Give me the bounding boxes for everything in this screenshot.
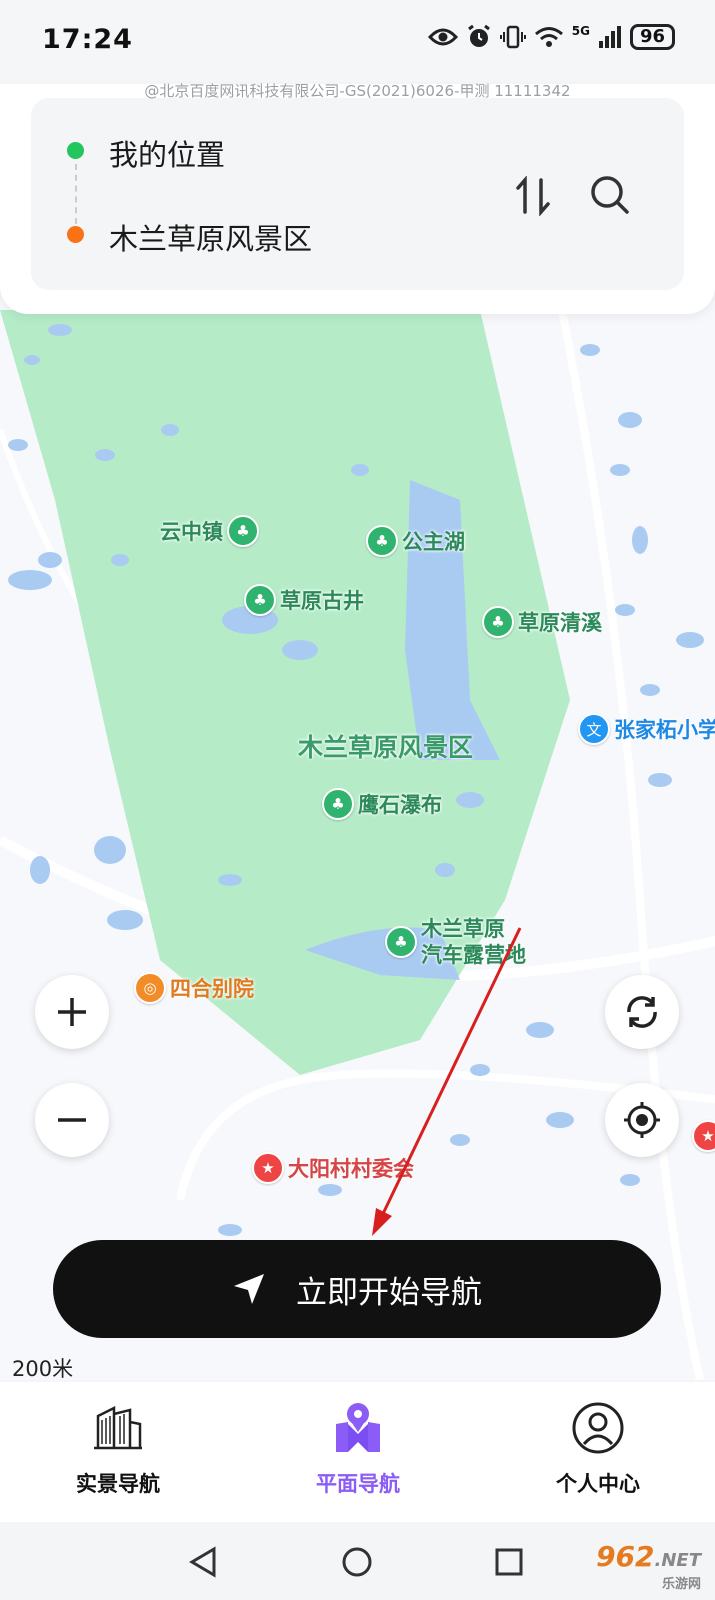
poi-siheyuan[interactable]: ◎ 四合别院 xyxy=(134,972,254,1004)
bottom-tab-bar: 实景导航 平面导航 个人中心 xyxy=(0,1382,715,1522)
battery-indicator: 96 xyxy=(629,24,675,50)
vibrate-icon xyxy=(499,25,526,49)
government-icon: ★ xyxy=(692,1120,715,1152)
locate-icon xyxy=(624,1102,660,1138)
route-connector xyxy=(75,164,77,224)
tab-live-navigation[interactable]: 实景导航 xyxy=(28,1400,208,1498)
origin-field[interactable]: 我的位置 xyxy=(109,132,225,174)
route-card: 我的位置 木兰草原风景区 xyxy=(0,84,715,314)
poi-mulan-camp[interactable]: ♣ 木兰草原 汽车露营地 xyxy=(385,916,526,968)
zoom-in-button[interactable] xyxy=(35,975,109,1049)
restaurant-icon: ◎ xyxy=(134,972,166,1004)
map-view[interactable]: 木兰草原风景区 云中镇 ♣ ♣ 公主湖 ♣ 草原古井 ♣ 草原清溪 文 张家柘小… xyxy=(0,300,715,1380)
tree-icon: ♣ xyxy=(482,606,514,638)
eye-icon xyxy=(427,28,458,46)
map-area-label: 木兰草原风景区 xyxy=(298,733,474,762)
map-scale: 200米 xyxy=(12,1357,74,1381)
map-pin-icon xyxy=(336,1403,380,1452)
map-copyright: @北京百度网讯科技有限公司-GS(2021)6026-甲测 11111342 xyxy=(144,82,571,100)
poi-zhangjiaxi[interactable]: 文 张家柘小学 xyxy=(578,713,715,745)
tree-icon: ♣ xyxy=(227,515,259,547)
destination-field[interactable]: 木兰草原风景区 xyxy=(109,216,312,258)
alarm-icon xyxy=(467,24,490,47)
status-icons: 5G 96 xyxy=(427,24,675,50)
home-icon[interactable] xyxy=(341,1546,373,1578)
poi-caoyuanguijing[interactable]: ♣ 草原古井 xyxy=(244,584,364,616)
building-icon xyxy=(94,1405,142,1450)
navigation-arrow-icon xyxy=(234,1274,264,1304)
poi-dayangcun[interactable]: ★ 大阳村村委会 xyxy=(252,1152,414,1184)
poi-caoyuanqingxi[interactable]: ♣ 草原清溪 xyxy=(482,606,602,638)
origin-dot xyxy=(67,142,84,159)
start-navigation-label: 立即开始导航 xyxy=(296,1274,482,1311)
status-bar: 17:24 5G 96 xyxy=(0,0,715,84)
government-icon: ★ xyxy=(252,1152,284,1184)
plus-icon xyxy=(58,998,86,1026)
network-type: 5G xyxy=(571,24,590,38)
destination-dot xyxy=(67,226,84,243)
swap-icon[interactable] xyxy=(515,176,553,216)
site-watermark: 962.NET 乐游网 xyxy=(596,1540,701,1592)
user-icon xyxy=(572,1402,624,1454)
poi-yingshipubu[interactable]: ♣ 鹰石瀑布 xyxy=(322,788,442,820)
tab-profile[interactable]: 个人中心 xyxy=(508,1400,688,1498)
tree-icon: ♣ xyxy=(244,584,276,616)
back-icon[interactable] xyxy=(188,1546,218,1578)
start-navigation-button[interactable]: 立即开始导航 xyxy=(53,1240,661,1338)
minus-icon xyxy=(58,1118,86,1122)
refresh-icon xyxy=(627,996,657,1028)
tree-icon: ♣ xyxy=(322,788,354,820)
tree-icon: ♣ xyxy=(366,525,398,557)
zoom-out-button[interactable] xyxy=(35,1083,109,1157)
poi-gongzhuhu[interactable]: ♣ 公主湖 xyxy=(366,525,465,557)
refresh-button[interactable] xyxy=(605,975,679,1049)
status-time: 17:24 xyxy=(42,24,133,55)
map-base xyxy=(0,300,715,1380)
tree-icon: ♣ xyxy=(385,926,417,958)
system-navigation-bar: 962.NET 乐游网 xyxy=(0,1522,715,1600)
locate-button[interactable] xyxy=(605,1083,679,1157)
signal-icon xyxy=(598,26,621,48)
recents-icon[interactable] xyxy=(494,1547,524,1577)
poi-edge-marker[interactable]: ★ xyxy=(692,1120,715,1152)
school-icon: 文 xyxy=(578,713,610,745)
tab-map-navigation[interactable]: 平面导航 xyxy=(268,1400,448,1498)
route-inputs: 我的位置 木兰草原风景区 xyxy=(31,98,684,290)
poi-yunzhongzhen[interactable]: 云中镇 ♣ xyxy=(160,515,259,547)
search-icon[interactable] xyxy=(589,174,631,216)
wifi-icon xyxy=(534,27,563,47)
